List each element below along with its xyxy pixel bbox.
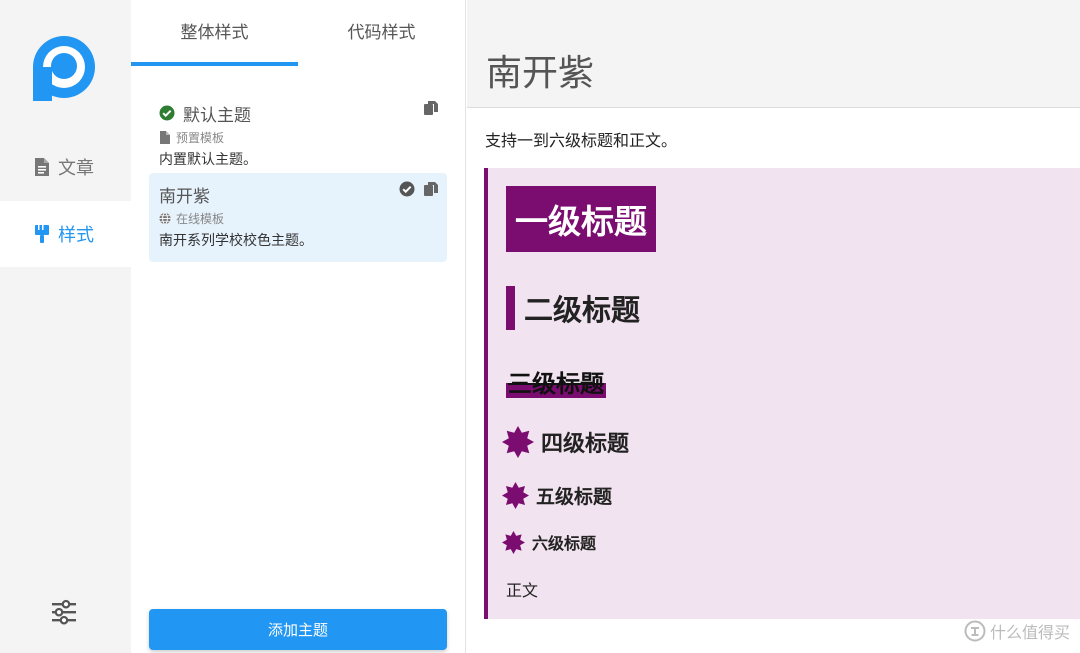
theme-title: 默认主题: [183, 105, 251, 126]
add-theme-button[interactable]: 添加主题: [149, 609, 447, 650]
theme-item-nankai-purple[interactable]: 南开紫 在线模板 南开系列学校校色主题。: [149, 173, 447, 262]
watermark-text: 什么值得买: [989, 623, 1070, 642]
file-icon: [159, 130, 171, 144]
body-text: 正文: [506, 581, 539, 600]
document-icon: [34, 158, 50, 176]
star-burst-icon: [502, 530, 525, 554]
theme-preview: 一级标题 二级标题 三级标题 四级标题 五级标题 六级标题 正文: [484, 168, 1080, 619]
nav-item-article[interactable]: 文章: [0, 134, 131, 200]
preview-pane: 南开紫 支持一到六级标题和正文。 一级标题 二级标题 三级标题 四级标题 五级标…: [467, 0, 1080, 653]
heading-2-text: 二级标题: [524, 293, 641, 327]
heading-6: 六级标题: [502, 530, 596, 554]
heading-1: 一级标题: [506, 186, 656, 252]
heading-4: 四级标题: [502, 426, 629, 458]
watermark-logo-icon: [964, 620, 986, 642]
copy-icon[interactable]: [423, 100, 439, 116]
globe-icon: [159, 212, 171, 225]
tab-code-style[interactable]: 代码样式: [298, 0, 465, 66]
theme-source: 在线模板: [176, 211, 225, 226]
heading-5: 五级标题: [502, 482, 612, 509]
heading-3: 三级标题: [506, 365, 606, 398]
app-logo: [30, 36, 95, 101]
check-circle-icon: [159, 105, 175, 121]
theme-panel: 整体样式 代码样式 默认主题 预置模板 内置默认主题。 南开紫 在线模板 南开系…: [131, 0, 466, 653]
heading-2-bar: [506, 286, 515, 330]
tab-bar: 整体样式 代码样式: [131, 0, 466, 66]
nav-item-style[interactable]: 样式: [0, 201, 131, 267]
tab-overall-style[interactable]: 整体样式: [131, 0, 298, 66]
preview-intro: 支持一到六级标题和正文。: [485, 131, 678, 150]
paintbrush-icon: [34, 225, 50, 243]
theme-description: 内置默认主题。: [159, 152, 257, 168]
heading-5-text: 五级标题: [536, 486, 613, 508]
sidebar: 文章 样式: [0, 0, 131, 653]
star-burst-icon: [502, 426, 534, 458]
preview-header: 南开紫: [467, 0, 1080, 108]
nav-item-label: 样式: [58, 225, 94, 246]
active-tab-indicator: [131, 62, 298, 66]
heading-2: 二级标题: [506, 286, 640, 330]
theme-item-default[interactable]: 默认主题 预置模板 内置默认主题。: [149, 92, 447, 168]
star-burst-icon: [502, 482, 529, 509]
heading-6-text: 六级标题: [532, 534, 597, 553]
heading-4-text: 四级标题: [541, 432, 630, 457]
theme-source: 预置模板: [176, 130, 225, 145]
copy-icon[interactable]: [423, 181, 439, 197]
theme-description: 南开系列学校校色主题。: [159, 233, 313, 249]
nav-item-label: 文章: [58, 158, 94, 179]
theme-title: 南开紫: [159, 186, 210, 207]
settings-sliders-icon[interactable]: [50, 598, 78, 626]
preview-title: 南开紫: [486, 53, 595, 94]
check-circle-icon: [399, 181, 415, 197]
watermark: 什么值得买: [964, 619, 1070, 643]
